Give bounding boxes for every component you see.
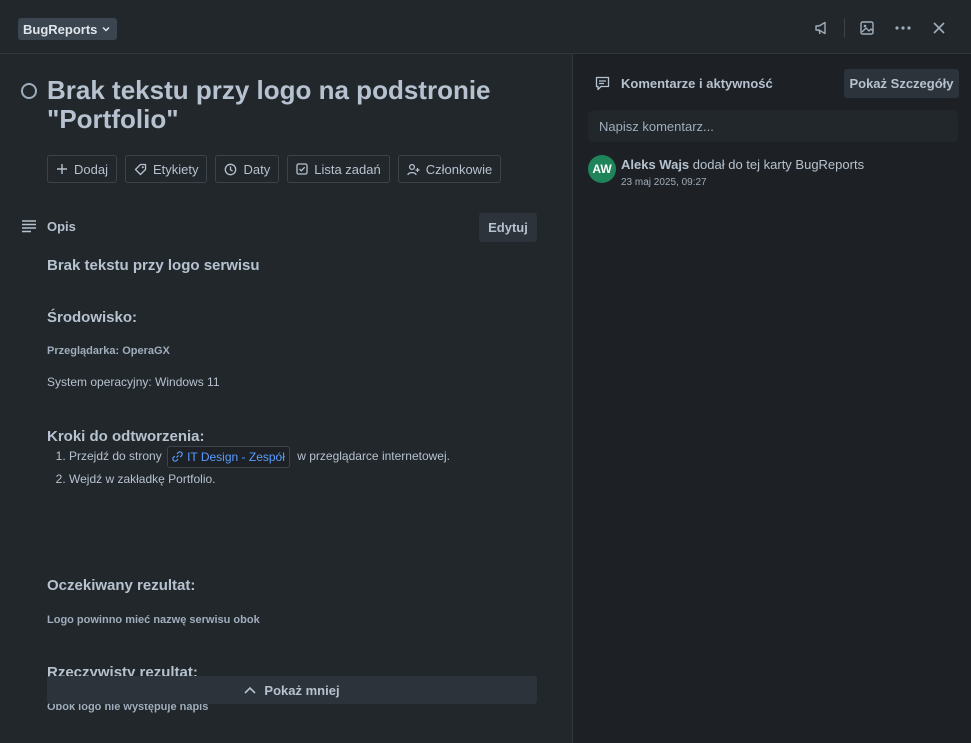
steps-list: Przejdź do strony IT Design - Zespół w p…: [47, 445, 450, 490]
show-less-label: Pokaż mniej: [264, 682, 340, 698]
description-icon: [22, 220, 36, 233]
card-modal: BugReports Brak tekstu przy logo na pods…: [0, 0, 971, 743]
card-header-bar: BugReports: [0, 0, 971, 54]
card-main-panel: Brak tekstu przy logo na podstronie "Por…: [0, 54, 573, 743]
expected-text: Logo powinno mieć nazwę serwisu obok: [47, 614, 260, 626]
expected-heading: Oczekiwany rezultat:: [47, 577, 196, 594]
activity-text: Aleks Wajs dodał do tej karty BugReports: [621, 157, 864, 172]
list-name: BugReports: [23, 21, 98, 37]
activity-user[interactable]: Aleks Wajs: [621, 157, 689, 172]
smart-link[interactable]: IT Design - Zespół: [167, 445, 290, 468]
checklist-button[interactable]: Lista zadań: [287, 155, 390, 183]
show-less-button[interactable]: Pokaż mniej: [47, 676, 537, 704]
show-details-button[interactable]: Pokaż Szczegóły: [844, 69, 959, 98]
list-item: Wejdź w zakładkę Portfolio.: [69, 468, 450, 490]
add-button-label: Dodaj: [74, 161, 108, 177]
description-heading: Brak tekstu przy logo serwisu: [47, 257, 260, 274]
members-button-label: Członkowie: [425, 161, 493, 177]
description-label: Opis: [47, 219, 76, 234]
labels-button-label: Etykiety: [152, 161, 199, 177]
dates-button-label: Daty: [243, 161, 271, 177]
os-info: System operacyjny: Windows 11: [47, 375, 220, 389]
plus-icon: [57, 164, 67, 174]
checklist-button-label: Lista zadań: [314, 161, 381, 177]
edit-description-button[interactable]: Edytuj: [479, 213, 537, 242]
megaphone-icon[interactable]: [804, 16, 840, 40]
chevron-down-icon: [102, 26, 110, 32]
checklist-icon: [296, 163, 308, 175]
link-icon: [172, 451, 183, 463]
more-icon[interactable]: [885, 16, 921, 40]
card-title[interactable]: Brak tekstu przy logo na podstronie "Por…: [47, 76, 527, 134]
comment-icon: [595, 76, 610, 91]
comment-input[interactable]: [588, 110, 958, 142]
header-actions: [804, 16, 957, 40]
activity-title: Komentarze i aktywność: [621, 76, 773, 91]
clock-icon: [225, 163, 237, 175]
close-icon[interactable]: [921, 16, 957, 40]
activity-panel: Komentarze i aktywność Pokaż Szczegóły A…: [573, 54, 971, 743]
complete-toggle[interactable]: [21, 83, 37, 99]
avatar[interactable]: AW: [588, 155, 616, 183]
tag-icon: [134, 163, 147, 175]
add-button[interactable]: Dodaj: [47, 155, 117, 183]
smart-link-text: IT Design - Zespół: [187, 449, 285, 464]
add-member-icon: [407, 163, 420, 175]
list-item: Przejdź do strony IT Design - Zespół w p…: [69, 445, 450, 468]
list-selector[interactable]: BugReports: [18, 18, 118, 40]
step1-suffix: w przeglądarce internetowej.: [297, 449, 450, 463]
header-divider: [844, 18, 845, 38]
image-icon[interactable]: [849, 16, 885, 40]
dates-button[interactable]: Daty: [215, 155, 280, 183]
browser-info: Przeglądarka: OperaGX: [47, 345, 170, 357]
members-button[interactable]: Członkowie: [397, 155, 502, 183]
chevron-up-icon: [244, 686, 256, 694]
card-actions: Dodaj Etykiety Daty Lista zadań Członkow…: [47, 155, 502, 183]
activity-timestamp[interactable]: 23 maj 2025, 09:27: [621, 177, 707, 188]
step1-prefix: Przejdź do strony: [69, 449, 162, 463]
activity-action: dodał do tej karty BugReports: [692, 157, 865, 172]
steps-heading: Kroki do odtworzenia:: [47, 428, 205, 445]
labels-button[interactable]: Etykiety: [124, 155, 208, 183]
environment-heading: Środowisko:: [47, 309, 138, 326]
